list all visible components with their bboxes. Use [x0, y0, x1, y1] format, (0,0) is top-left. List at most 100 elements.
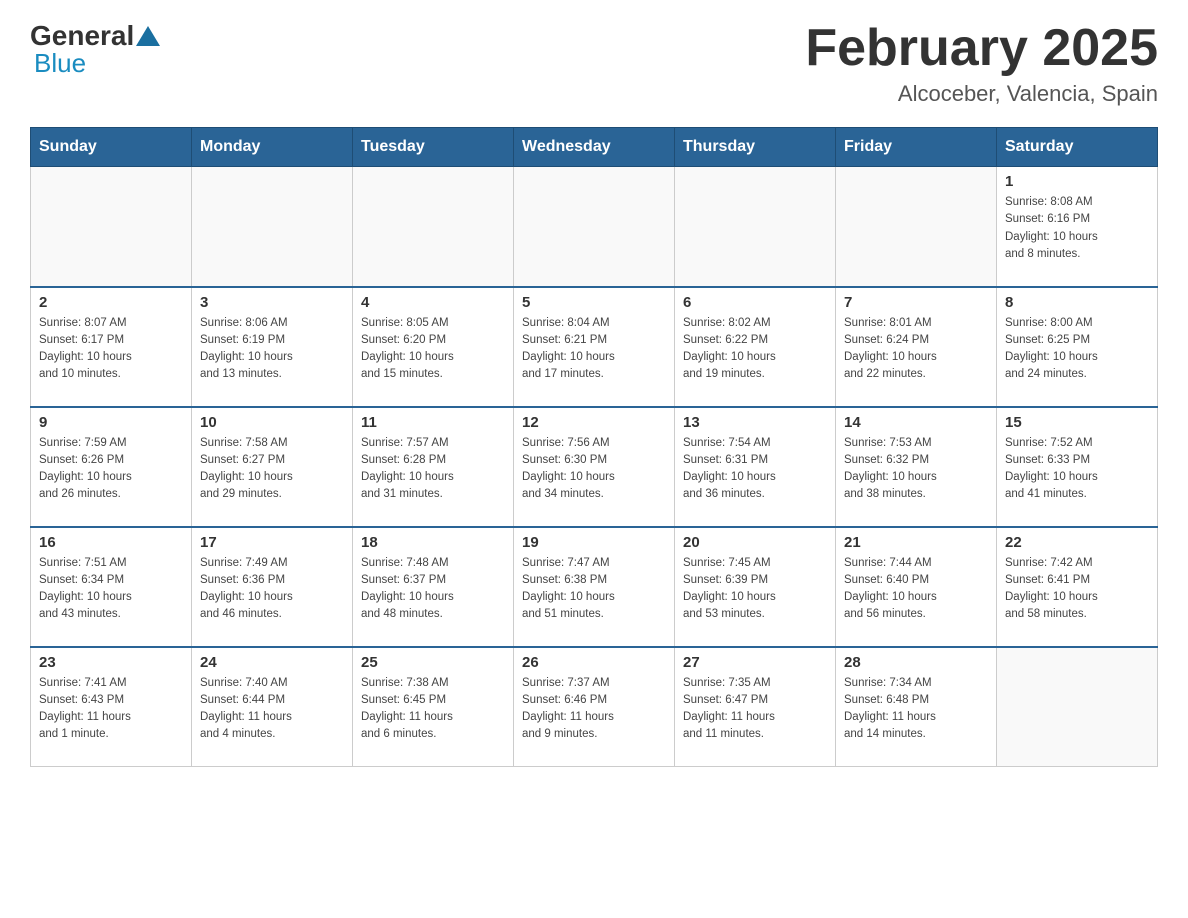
calendar-day-cell: 26 Sunrise: 7:37 AM Sunset: 6:46 PM Dayli…	[514, 647, 675, 767]
calendar-day-cell: 1 Sunrise: 8:08 AM Sunset: 6:16 PM Daylig…	[997, 167, 1158, 287]
weekday-header-saturday: Saturday	[997, 128, 1158, 167]
calendar-day-cell: 25 Sunrise: 7:38 AM Sunset: 6:45 PM Dayli…	[353, 647, 514, 767]
calendar-day-cell: 9 Sunrise: 7:59 AM Sunset: 6:26 PM Daylig…	[31, 407, 192, 527]
location-label: Alcoceber, Valencia, Spain	[805, 81, 1158, 107]
calendar-day-cell: 20 Sunrise: 7:45 AM Sunset: 6:39 PM Dayli…	[675, 527, 836, 647]
day-number: 23	[39, 654, 183, 671]
day-number: 7	[844, 294, 988, 311]
day-number: 14	[844, 414, 988, 431]
calendar-week-row: 23 Sunrise: 7:41 AM Sunset: 6:43 PM Dayli…	[31, 647, 1158, 767]
day-info: Sunrise: 7:51 AM Sunset: 6:34 PM Dayligh…	[39, 555, 183, 624]
day-number: 20	[683, 534, 827, 551]
day-info: Sunrise: 7:45 AM Sunset: 6:39 PM Dayligh…	[683, 555, 827, 624]
calendar-day-cell: 17 Sunrise: 7:49 AM Sunset: 6:36 PM Dayli…	[192, 527, 353, 647]
day-number: 4	[361, 294, 505, 311]
day-number: 16	[39, 534, 183, 551]
day-info: Sunrise: 7:56 AM Sunset: 6:30 PM Dayligh…	[522, 435, 666, 504]
logo-triangle-icon	[136, 26, 160, 46]
calendar-day-cell	[997, 647, 1158, 767]
day-info: Sunrise: 7:53 AM Sunset: 6:32 PM Dayligh…	[844, 435, 988, 504]
day-info: Sunrise: 7:38 AM Sunset: 6:45 PM Dayligh…	[361, 675, 505, 744]
calendar-day-cell: 10 Sunrise: 7:58 AM Sunset: 6:27 PM Dayli…	[192, 407, 353, 527]
calendar-day-cell: 4Sunrise: 8:05 AM Sunset: 6:20 PM Daylig…	[353, 287, 514, 407]
day-info: Sunrise: 8:08 AM Sunset: 6:16 PM Dayligh…	[1005, 194, 1149, 263]
logo-blue-text: Blue	[34, 48, 86, 79]
day-number: 2	[39, 294, 183, 311]
day-info: Sunrise: 7:49 AM Sunset: 6:36 PM Dayligh…	[200, 555, 344, 624]
weekday-header-monday: Monday	[192, 128, 353, 167]
day-number: 19	[522, 534, 666, 551]
calendar-day-cell: 21 Sunrise: 7:44 AM Sunset: 6:40 PM Dayli…	[836, 527, 997, 647]
day-info: Sunrise: 7:35 AM Sunset: 6:47 PM Dayligh…	[683, 675, 827, 744]
weekday-header-wednesday: Wednesday	[514, 128, 675, 167]
weekday-header-tuesday: Tuesday	[353, 128, 514, 167]
day-info: Sunrise: 7:48 AM Sunset: 6:37 PM Dayligh…	[361, 555, 505, 624]
calendar-day-cell: 22 Sunrise: 7:42 AM Sunset: 6:41 PM Dayli…	[997, 527, 1158, 647]
day-info: Sunrise: 7:59 AM Sunset: 6:26 PM Dayligh…	[39, 435, 183, 504]
page-header: General Blue February 2025 Alcoceber, Va…	[30, 20, 1158, 107]
calendar-header-row: SundayMondayTuesdayWednesdayThursdayFrid…	[31, 128, 1158, 167]
calendar-day-cell: 16 Sunrise: 7:51 AM Sunset: 6:34 PM Dayli…	[31, 527, 192, 647]
day-number: 10	[200, 414, 344, 431]
day-number: 6	[683, 294, 827, 311]
day-number: 3	[200, 294, 344, 311]
calendar-day-cell: 15 Sunrise: 7:52 AM Sunset: 6:33 PM Dayli…	[997, 407, 1158, 527]
day-info: Sunrise: 7:54 AM Sunset: 6:31 PM Dayligh…	[683, 435, 827, 504]
day-number: 15	[1005, 414, 1149, 431]
calendar-day-cell: 27 Sunrise: 7:35 AM Sunset: 6:47 PM Dayli…	[675, 647, 836, 767]
day-info: Sunrise: 7:52 AM Sunset: 6:33 PM Dayligh…	[1005, 435, 1149, 504]
calendar-week-row: 1 Sunrise: 8:08 AM Sunset: 6:16 PM Daylig…	[31, 167, 1158, 287]
day-number: 9	[39, 414, 183, 431]
calendar-day-cell	[836, 167, 997, 287]
calendar-day-cell: 5 Sunrise: 8:04 AM Sunset: 6:21 PM Daylig…	[514, 287, 675, 407]
day-number: 21	[844, 534, 988, 551]
day-info: Sunrise: 7:47 AM Sunset: 6:38 PM Dayligh…	[522, 555, 666, 624]
calendar-day-cell: 2Sunrise: 8:07 AM Sunset: 6:17 PM Daylig…	[31, 287, 192, 407]
calendar-week-row: 2Sunrise: 8:07 AM Sunset: 6:17 PM Daylig…	[31, 287, 1158, 407]
day-info: Sunrise: 8:04 AM Sunset: 6:21 PM Dayligh…	[522, 315, 666, 384]
day-number: 17	[200, 534, 344, 551]
calendar-day-cell: 13 Sunrise: 7:54 AM Sunset: 6:31 PM Dayli…	[675, 407, 836, 527]
day-number: 25	[361, 654, 505, 671]
day-number: 12	[522, 414, 666, 431]
calendar-day-cell	[514, 167, 675, 287]
day-number: 1	[1005, 173, 1149, 190]
month-title: February 2025	[805, 20, 1158, 77]
day-info: Sunrise: 7:57 AM Sunset: 6:28 PM Dayligh…	[361, 435, 505, 504]
weekday-header-friday: Friday	[836, 128, 997, 167]
day-number: 27	[683, 654, 827, 671]
day-number: 26	[522, 654, 666, 671]
day-number: 28	[844, 654, 988, 671]
day-info: Sunrise: 7:58 AM Sunset: 6:27 PM Dayligh…	[200, 435, 344, 504]
day-info: Sunrise: 8:01 AM Sunset: 6:24 PM Dayligh…	[844, 315, 988, 384]
calendar-table: SundayMondayTuesdayWednesdayThursdayFrid…	[30, 127, 1158, 767]
day-info: Sunrise: 7:42 AM Sunset: 6:41 PM Dayligh…	[1005, 555, 1149, 624]
day-info: Sunrise: 7:41 AM Sunset: 6:43 PM Dayligh…	[39, 675, 183, 744]
title-section: February 2025 Alcoceber, Valencia, Spain	[805, 20, 1158, 107]
day-info: Sunrise: 7:34 AM Sunset: 6:48 PM Dayligh…	[844, 675, 988, 744]
day-number: 24	[200, 654, 344, 671]
calendar-day-cell	[192, 167, 353, 287]
calendar-day-cell	[31, 167, 192, 287]
day-number: 13	[683, 414, 827, 431]
calendar-day-cell: 8Sunrise: 8:00 AM Sunset: 6:25 PM Daylig…	[997, 287, 1158, 407]
day-info: Sunrise: 8:02 AM Sunset: 6:22 PM Dayligh…	[683, 315, 827, 384]
day-number: 11	[361, 414, 505, 431]
day-number: 22	[1005, 534, 1149, 551]
calendar-day-cell: 6 Sunrise: 8:02 AM Sunset: 6:22 PM Daylig…	[675, 287, 836, 407]
calendar-day-cell	[353, 167, 514, 287]
calendar-day-cell: 23 Sunrise: 7:41 AM Sunset: 6:43 PM Dayli…	[31, 647, 192, 767]
day-number: 8	[1005, 294, 1149, 311]
calendar-week-row: 9 Sunrise: 7:59 AM Sunset: 6:26 PM Daylig…	[31, 407, 1158, 527]
calendar-day-cell: 28 Sunrise: 7:34 AM Sunset: 6:48 PM Dayli…	[836, 647, 997, 767]
calendar-day-cell: 3Sunrise: 8:06 AM Sunset: 6:19 PM Daylig…	[192, 287, 353, 407]
calendar-week-row: 16 Sunrise: 7:51 AM Sunset: 6:34 PM Dayli…	[31, 527, 1158, 647]
day-number: 18	[361, 534, 505, 551]
weekday-header-thursday: Thursday	[675, 128, 836, 167]
calendar-day-cell: 19 Sunrise: 7:47 AM Sunset: 6:38 PM Dayli…	[514, 527, 675, 647]
calendar-day-cell: 7 Sunrise: 8:01 AM Sunset: 6:24 PM Daylig…	[836, 287, 997, 407]
day-number: 5	[522, 294, 666, 311]
day-info: Sunrise: 7:37 AM Sunset: 6:46 PM Dayligh…	[522, 675, 666, 744]
day-info: Sunrise: 7:44 AM Sunset: 6:40 PM Dayligh…	[844, 555, 988, 624]
calendar-day-cell	[675, 167, 836, 287]
